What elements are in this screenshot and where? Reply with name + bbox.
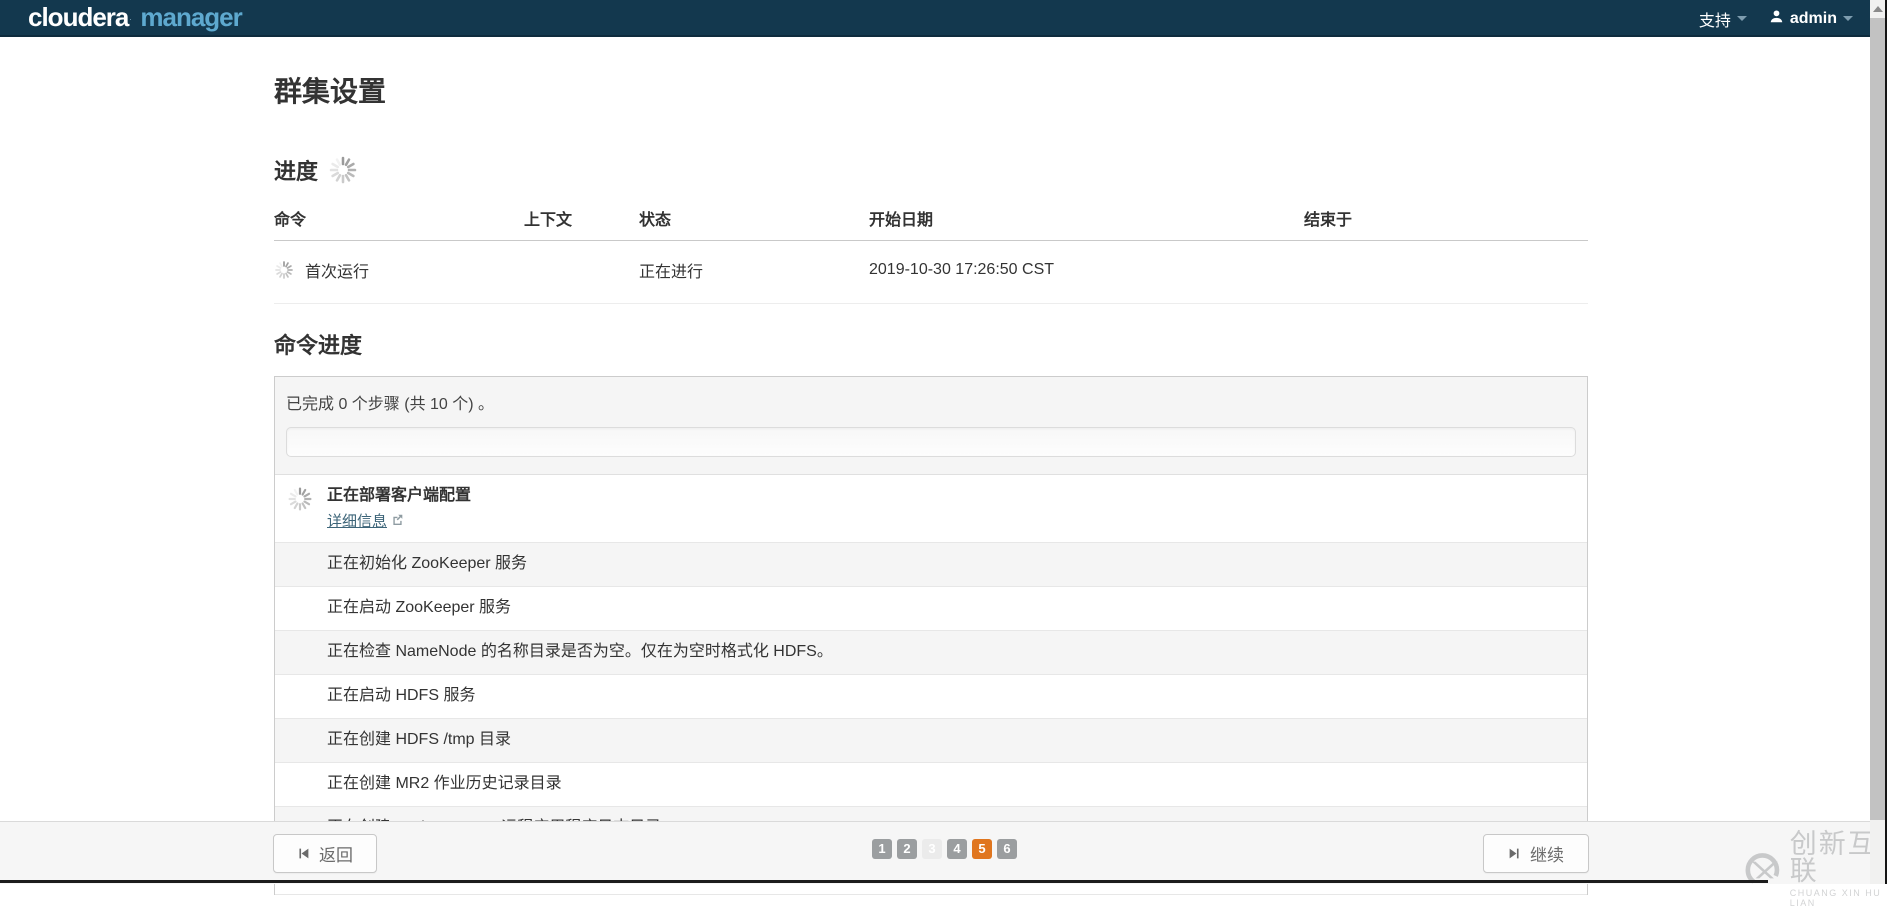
trademark-mark: ˙ — [129, 18, 133, 28]
user-icon — [1769, 9, 1784, 29]
step-label: 正在创建 MR2 作业历史记录目录 — [327, 775, 562, 792]
context-value — [524, 240, 639, 304]
screen-bottom-edge — [0, 880, 1768, 883]
page-title: 群集设置 — [274, 76, 387, 107]
step-icon-placeholder — [287, 817, 327, 818]
step-icon-placeholder — [287, 729, 327, 730]
page-indicator-5-current: 5 — [972, 839, 992, 859]
step-label: 正在初始化 ZooKeeper 服务 — [327, 555, 528, 572]
support-menu-label: 支持 — [1698, 12, 1731, 30]
watermark-caption: CHUANG XIN HU LIAN — [1789, 888, 1882, 908]
step-icon-placeholder — [287, 773, 327, 774]
progress-summary-section: 已完成 0 个步骤 (共 10 个) 。 — [275, 377, 1587, 475]
page-indicator-6: 6 — [997, 839, 1017, 859]
page-indicator-3: 3 — [922, 839, 942, 859]
status-value: 正在进行 — [639, 240, 869, 304]
chevron-down-icon — [1736, 16, 1747, 21]
top-navbar: cloudera ˙ manager 支持 admin — [0, 0, 1887, 37]
brand-primary: cloudera — [28, 2, 129, 32]
main-content: 群集设置 进度 命令 上下文 状态 开始日期 结束于 首次运行 正在进行 201… — [274, 37, 1588, 895]
spinner-icon — [275, 261, 293, 279]
progress-section-heading: 进度 — [274, 154, 1588, 186]
progress-heading-label: 进度 — [274, 159, 319, 184]
details-link[interactable]: 详细信息 — [327, 510, 387, 531]
step-label: 正在启动 HDFS 服务 — [327, 687, 476, 704]
command-progress-heading: 命令进度 — [274, 328, 1588, 360]
step-icon-placeholder — [287, 553, 327, 554]
step-icon-placeholder — [287, 641, 327, 642]
user-menu-label: admin — [1789, 9, 1837, 27]
step-label: 正在创建 HDFS /tmp 目录 — [327, 731, 512, 748]
step-icon-placeholder — [287, 685, 327, 686]
page-indicator-1: 1 — [872, 839, 892, 859]
support-menu[interactable]: 支持 — [1699, 7, 1747, 31]
step-row: 正在启动 HDFS 服务 — [275, 675, 1587, 719]
column-header-status: 状态 — [639, 202, 869, 241]
step-backward-icon — [299, 848, 309, 859]
scroll-up-arrow-icon — [1872, 6, 1883, 12]
user-menu[interactable]: admin — [1769, 9, 1853, 29]
column-header-ended-at: 结束于 — [1304, 202, 1588, 241]
back-button[interactable]: 返回 — [273, 834, 377, 873]
spinner-icon — [287, 485, 327, 517]
cloudera-manager-logo: cloudera ˙ manager — [28, 2, 243, 33]
progress-table: 命令 上下文 状态 开始日期 结束于 首次运行 正在进行 2019-10-30 … — [274, 202, 1588, 304]
spinner-icon — [329, 156, 357, 184]
chevron-down-icon — [1843, 16, 1853, 21]
column-header-start-date: 开始日期 — [869, 202, 1304, 241]
ended-at-value — [1304, 240, 1588, 304]
page-indicator-4: 4 — [947, 839, 967, 859]
table-row: 首次运行 正在进行 2019-10-30 17:26:50 CST — [274, 240, 1588, 304]
progress-bar — [286, 427, 1576, 457]
step-label: 正在部署客户端配置 — [327, 487, 472, 504]
scroll-up-button[interactable] — [1870, 0, 1885, 18]
vertical-scrollbar[interactable] — [1870, 0, 1885, 884]
watermark-logo: 创新互联 CHUANG XIN HU LIAN — [1744, 831, 1887, 908]
column-header-context: 上下文 — [524, 202, 639, 241]
wizard-footer: 返回 1 2 3 4 5 6 继续 — [0, 821, 1887, 884]
step-row: 正在创建 HDFS /tmp 目录 — [275, 719, 1587, 763]
step-row: 正在启动 ZooKeeper 服务 — [275, 587, 1587, 631]
step-row: 正在部署客户端配置 详细信息 — [275, 475, 1587, 543]
back-button-label: 返回 — [319, 846, 353, 865]
step-row: 正在创建 MR2 作业历史记录目录 — [275, 763, 1587, 807]
step-label: 正在启动 ZooKeeper 服务 — [327, 599, 512, 616]
steps-completed-text: 已完成 0 个步骤 (共 10 个) 。 — [286, 396, 495, 413]
continue-button-label: 继续 — [1530, 846, 1564, 865]
command-name: 首次运行 — [305, 264, 370, 281]
external-link-icon — [392, 512, 403, 530]
step-row: 正在检查 NameNode 的名称目录是否为空。仅在为空时格式化 HDFS。 — [275, 631, 1587, 675]
step-forward-icon — [1509, 848, 1519, 859]
command-progress-heading-label: 命令进度 — [274, 333, 363, 358]
continue-button[interactable]: 继续 — [1483, 834, 1589, 873]
page-indicator-2: 2 — [897, 839, 917, 859]
command-progress-box: 已完成 0 个步骤 (共 10 个) 。 正在部署客户端配置 详细信息 正在初始… — [274, 376, 1588, 895]
start-date-value: 2019-10-30 17:26:50 CST — [869, 240, 1304, 304]
step-label: 正在检查 NameNode 的名称目录是否为空。仅在为空时格式化 HDFS。 — [327, 643, 833, 660]
column-header-command: 命令 — [274, 202, 524, 241]
wizard-step-indicator: 1 2 3 4 5 6 — [872, 839, 1017, 859]
cx-circle-icon — [1745, 852, 1780, 887]
scrollbar-thumb[interactable] — [1870, 18, 1885, 820]
step-icon-placeholder — [287, 597, 327, 598]
step-row: 正在初始化 ZooKeeper 服务 — [275, 543, 1587, 587]
brand-secondary: manager — [140, 2, 242, 32]
